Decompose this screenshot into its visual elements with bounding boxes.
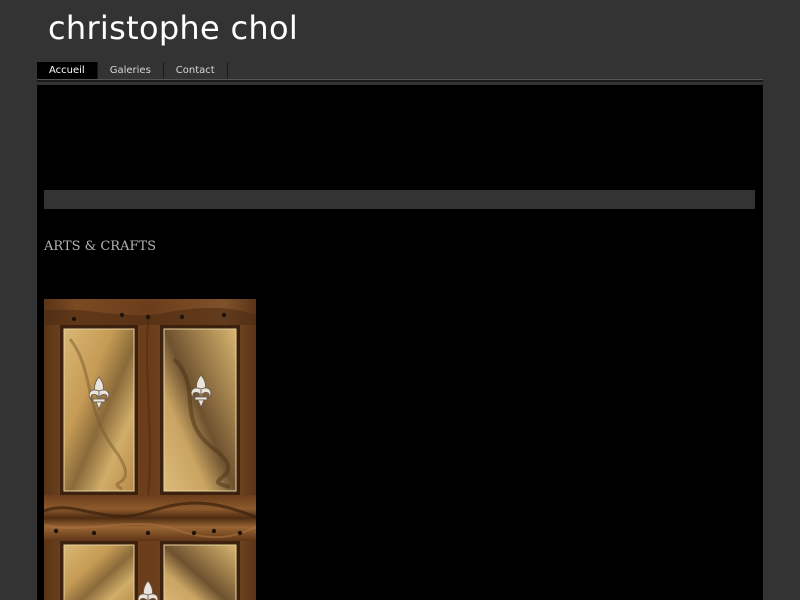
section-heading: ARTS & CRAFTS	[44, 239, 157, 254]
main-content: ARTS & CRAFTS	[37, 85, 763, 600]
door-image[interactable]	[44, 299, 256, 600]
nav-item-contact[interactable]: Contact	[163, 62, 228, 79]
nav-item-galeries[interactable]: Galeries	[97, 62, 164, 79]
content-bar	[44, 190, 755, 209]
site-title[interactable]: christophe chol	[48, 8, 298, 48]
site-header: christophe chol	[0, 0, 800, 62]
nav-item-accueil[interactable]: Accueil	[37, 62, 98, 79]
main-nav: Accueil Galeries Contact	[37, 62, 763, 79]
nav-divider	[37, 79, 763, 82]
